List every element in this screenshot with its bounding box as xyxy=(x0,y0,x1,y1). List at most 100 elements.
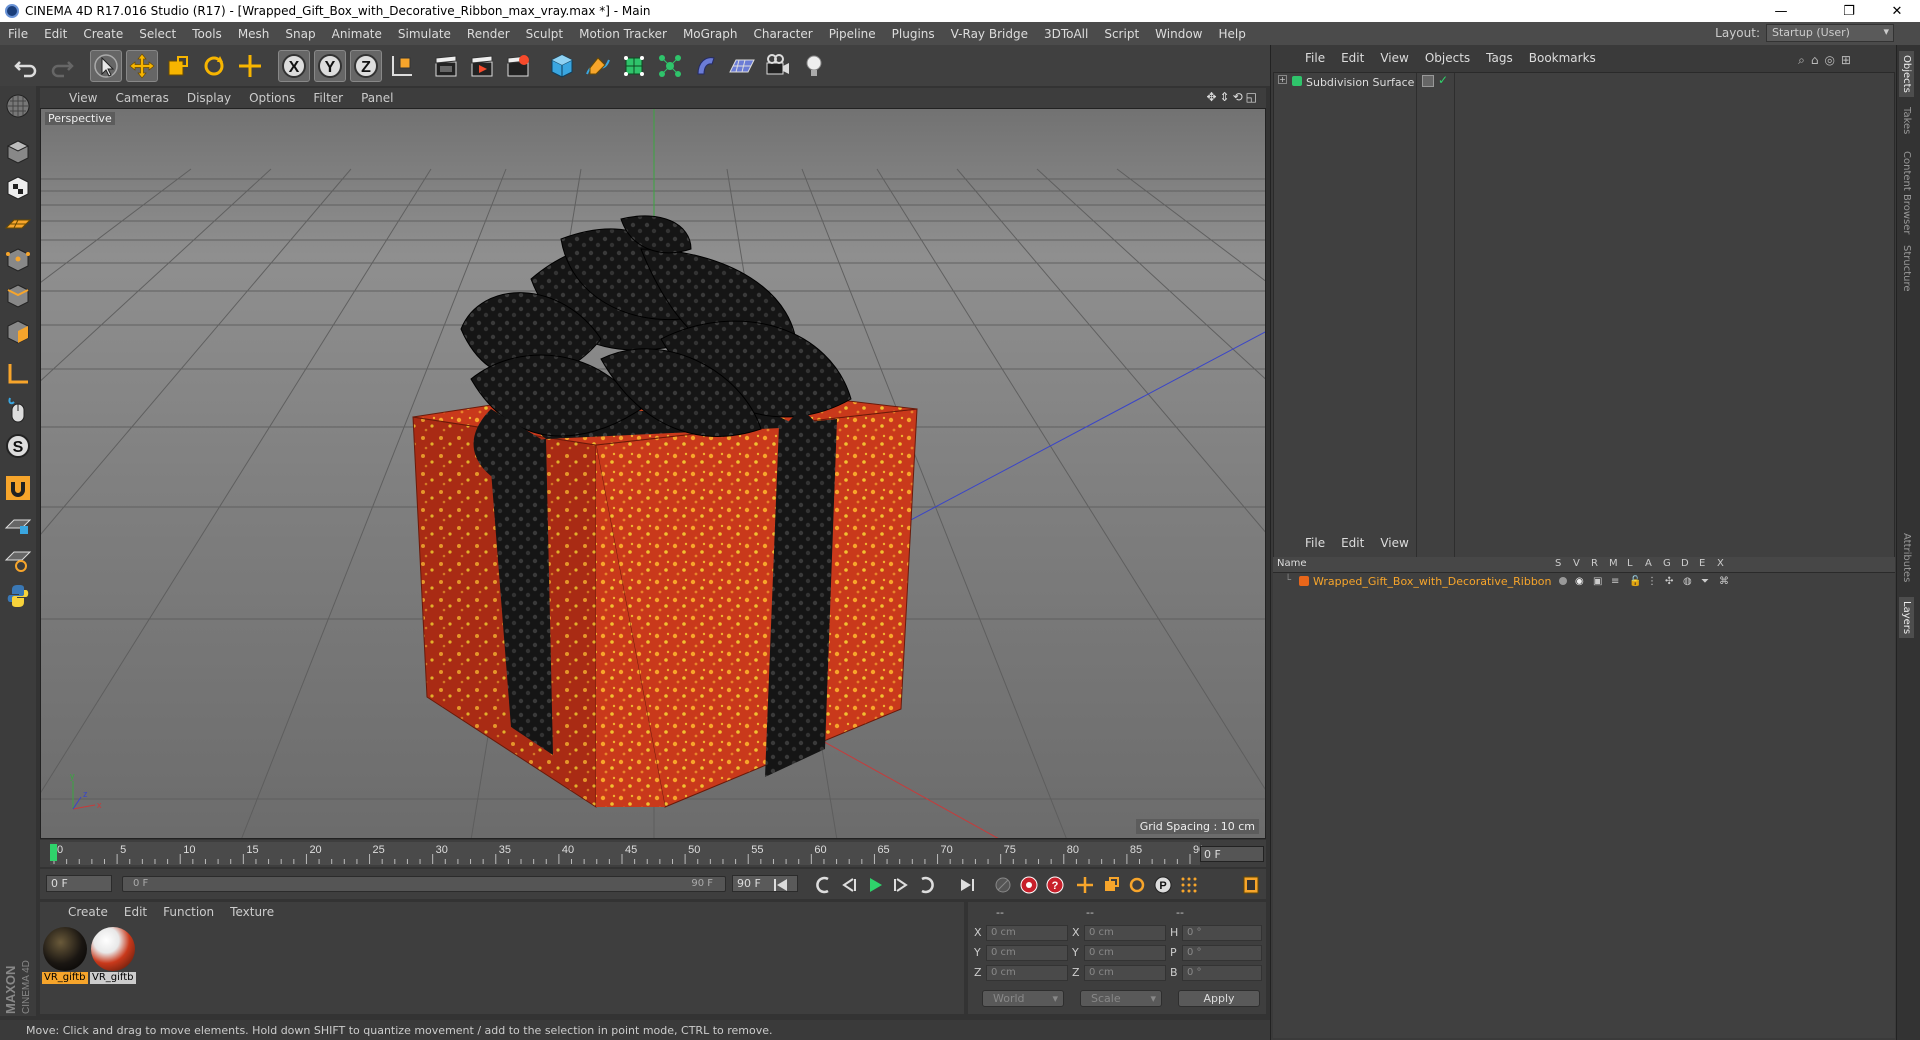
size-y-field[interactable]: 0 cm xyxy=(1084,945,1166,961)
layer-column-manager[interactable]: M xyxy=(1609,558,1618,569)
goto-previous-frame-button[interactable] xyxy=(836,873,862,897)
autokeying-button[interactable] xyxy=(1016,873,1042,897)
menu-tools[interactable]: Tools xyxy=(184,27,230,41)
material-swatch[interactable]: VR_giftb xyxy=(90,926,136,986)
tab-attributes[interactable]: Attributes xyxy=(1901,533,1912,582)
expand-toggle-icon[interactable]: + xyxy=(1278,75,1287,84)
expression-icon[interactable]: ⏷ xyxy=(1701,576,1709,587)
model-mode-button[interactable] xyxy=(2,136,34,168)
layer-manager-list[interactable]: └ Wrapped_Gift_Box_with_Decorative_Ribbo… xyxy=(1273,573,1895,1038)
python-button[interactable] xyxy=(2,580,34,612)
goto-end-button[interactable] xyxy=(954,873,980,897)
layer-row[interactable]: └ Wrapped_Gift_Box_with_Decorative_Ribbo… xyxy=(1273,573,1893,590)
objects-menu-view[interactable]: View xyxy=(1372,51,1416,65)
layer-column-generators[interactable]: G xyxy=(1663,558,1671,569)
menu-edit[interactable]: Edit xyxy=(36,27,75,41)
points-mode-button[interactable] xyxy=(2,244,34,276)
object-row-subdivision-surface[interactable]: + Subdivision Surface ✓ xyxy=(1274,73,1894,91)
layer-column-locked[interactable]: L xyxy=(1627,558,1633,569)
xref-icon[interactable]: ⌘ xyxy=(1719,576,1729,587)
cube-primitive-button[interactable] xyxy=(546,50,578,82)
keyframe-selection-button[interactable]: ? xyxy=(1042,873,1068,897)
minimize-button[interactable]: — xyxy=(1758,0,1804,22)
object-manager-tool-icons[interactable]: ⌕⌂◎⊞ xyxy=(1798,53,1857,68)
menu-character[interactable]: Character xyxy=(745,27,820,41)
z-axis-lock[interactable]: Z xyxy=(350,49,382,82)
material-menu-texture[interactable]: Texture xyxy=(222,905,282,919)
layers-menu-edit[interactable]: Edit xyxy=(1333,536,1372,550)
position-y-field[interactable]: 0 cm xyxy=(986,945,1068,961)
objects-menu-tags[interactable]: Tags xyxy=(1478,51,1521,65)
generator-icon[interactable]: ✣ xyxy=(1665,576,1673,587)
deformer-button[interactable] xyxy=(690,50,722,82)
menu-plugins[interactable]: Plugins xyxy=(884,27,943,41)
menu-motion-tracker[interactable]: Motion Tracker xyxy=(571,27,675,41)
objects-menu-objects[interactable]: Objects xyxy=(1417,51,1478,65)
current-frame-field[interactable]: 0 F xyxy=(1200,846,1264,862)
objects-menu-bookmarks[interactable]: Bookmarks xyxy=(1521,51,1604,65)
polygons-mode-button[interactable] xyxy=(2,316,34,348)
menu-animate[interactable]: Animate xyxy=(324,27,390,41)
edges-mode-button[interactable] xyxy=(2,280,34,312)
enabled-check-icon[interactable]: ✓ xyxy=(1438,73,1448,87)
viewport-menu-panel[interactable]: Panel xyxy=(352,91,402,105)
goto-previous-key-button[interactable] xyxy=(810,873,836,897)
layers-menu-file[interactable]: File xyxy=(1297,536,1333,550)
goto-next-frame-button[interactable] xyxy=(888,873,914,897)
material-menu-edit[interactable]: Edit xyxy=(116,905,155,919)
tweak-mode-button[interactable] xyxy=(2,394,34,426)
key-parameter-button[interactable]: P xyxy=(1150,873,1176,897)
layer-column-animation[interactable]: A xyxy=(1645,558,1652,569)
texture-mode-button[interactable] xyxy=(2,172,34,204)
material-swatch[interactable]: VR_giftb xyxy=(42,926,88,986)
render-view-button[interactable] xyxy=(430,50,462,82)
layer-column-xref[interactable]: X xyxy=(1717,558,1724,569)
render-to-picture-viewer-button[interactable] xyxy=(466,50,498,82)
perspective-viewport[interactable]: y x z Perspective Grid Spacing : 10 cm xyxy=(40,108,1266,839)
material-menu-function[interactable]: Function xyxy=(155,905,222,919)
key-scale-button[interactable] xyxy=(1098,873,1124,897)
close-button[interactable]: ✕ xyxy=(1874,0,1920,22)
objects-menu-file[interactable]: File xyxy=(1297,51,1333,65)
goto-start-button[interactable] xyxy=(768,873,794,897)
coordinate-mode-dropdown[interactable]: World ▾ xyxy=(982,990,1064,1007)
menu-vray-bridge[interactable]: V-Ray Bridge xyxy=(943,27,1036,41)
locked-workplane-button[interactable] xyxy=(2,508,34,540)
apply-button[interactable]: Apply xyxy=(1178,990,1260,1007)
record-active-objects-button[interactable] xyxy=(990,873,1016,897)
menu-help[interactable]: Help xyxy=(1210,27,1253,41)
rotation-h-field[interactable]: 0 ° xyxy=(1182,925,1262,941)
tab-content-browser[interactable]: Content Browser xyxy=(1901,151,1912,234)
layer-column-visible[interactable]: V xyxy=(1573,558,1580,569)
size-x-field[interactable]: 0 cm xyxy=(1084,925,1166,941)
layer-column-deformers[interactable]: D xyxy=(1681,558,1689,569)
layer-column-expressions[interactable]: E xyxy=(1699,558,1705,569)
menu-render[interactable]: Render xyxy=(459,27,518,41)
viewport-menu-options[interactable]: Options xyxy=(240,91,304,105)
deformer-icon[interactable]: ◍ xyxy=(1683,576,1692,587)
layer-column-solo[interactable]: S xyxy=(1555,558,1561,569)
position-x-field[interactable]: 0 cm xyxy=(986,925,1068,941)
menu-select[interactable]: Select xyxy=(131,27,184,41)
tab-takes[interactable]: Takes xyxy=(1901,107,1912,134)
tab-layers[interactable]: Layers xyxy=(1899,597,1914,639)
live-selection-tool[interactable] xyxy=(90,49,122,82)
key-position-button[interactable] xyxy=(1072,873,1098,897)
rotation-p-field[interactable]: 0 ° xyxy=(1182,945,1262,961)
viewport-menu-filter[interactable]: Filter xyxy=(304,91,352,105)
camera-button[interactable] xyxy=(762,50,794,82)
menu-script[interactable]: Script xyxy=(1096,27,1147,41)
menu-pipeline[interactable]: Pipeline xyxy=(821,27,884,41)
menu-sculpt[interactable]: Sculpt xyxy=(518,27,571,41)
animation-icon[interactable]: ⋮ xyxy=(1647,576,1657,587)
layer-column-render[interactable]: R xyxy=(1591,558,1598,569)
cloner-button[interactable] xyxy=(654,50,686,82)
undo-button[interactable] xyxy=(10,50,42,82)
light-button[interactable] xyxy=(798,50,830,82)
layout-dropdown[interactable]: Startup (User) ▾ xyxy=(1766,24,1894,42)
magnet-button[interactable] xyxy=(2,472,34,504)
eye-icon[interactable]: ◉ xyxy=(1575,576,1584,587)
objects-menu-edit[interactable]: Edit xyxy=(1333,51,1372,65)
scale-tool[interactable] xyxy=(162,50,194,82)
subdivision-surface-button[interactable] xyxy=(618,50,650,82)
